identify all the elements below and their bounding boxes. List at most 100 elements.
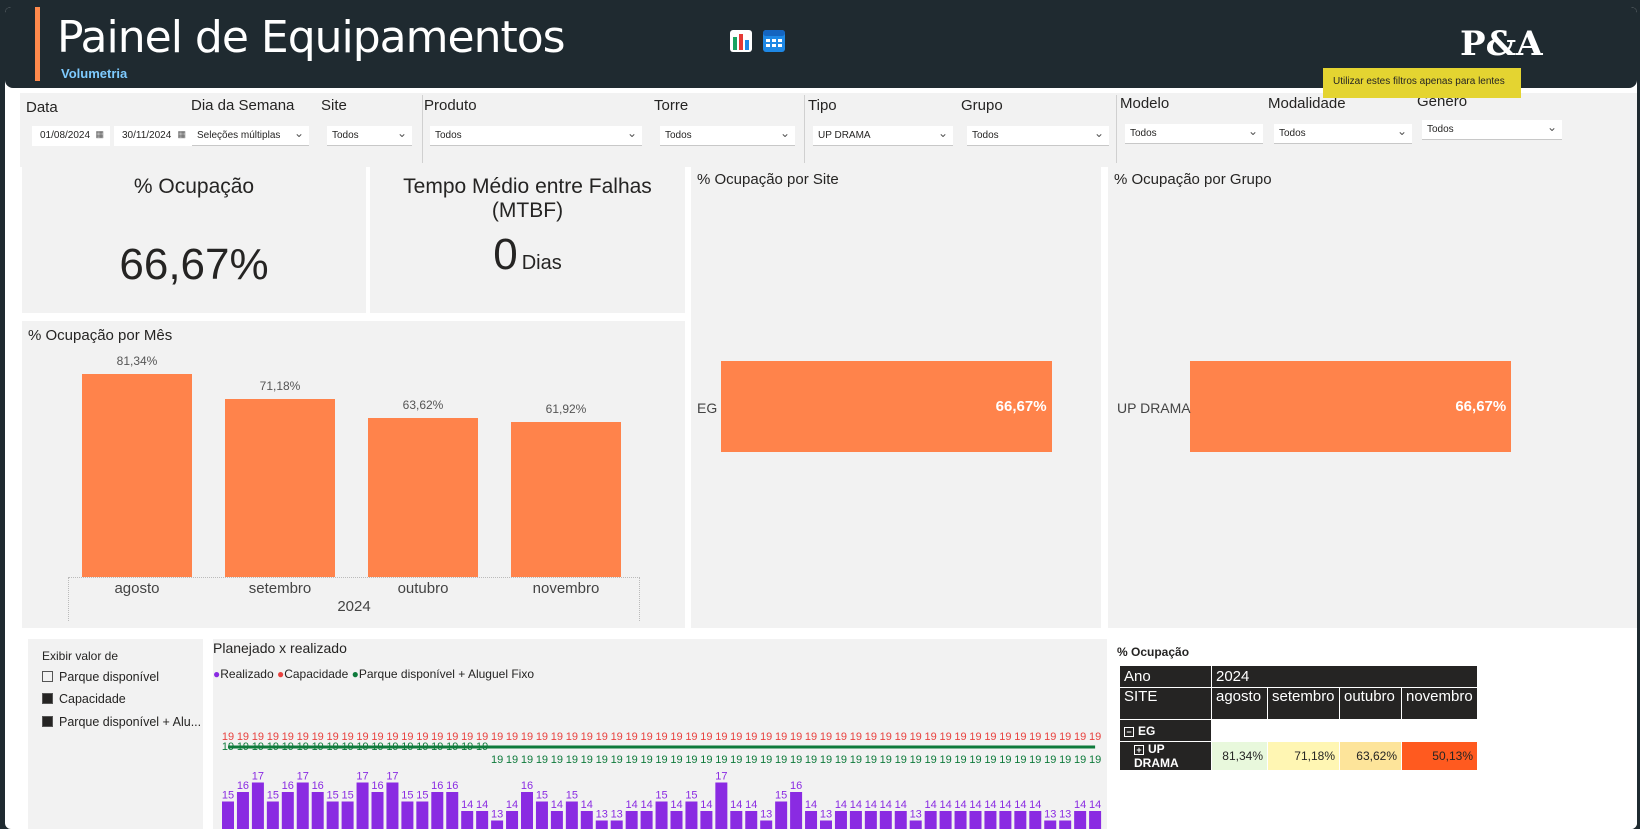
realizado-bar[interactable] [371, 792, 384, 829]
hbar-value-label: 66,67% [1455, 398, 1507, 415]
parque-value-label: 19 [910, 754, 922, 766]
realizado-bar[interactable] [820, 820, 832, 829]
realizado-bar[interactable] [296, 782, 309, 829]
torre-dropdown[interactable]: Todos ⌄ [660, 126, 795, 146]
realizado-bar[interactable] [640, 811, 653, 829]
realizado-bar[interactable] [1059, 820, 1072, 829]
realizado-bar[interactable] [670, 811, 683, 829]
realizado-bar[interactable] [834, 811, 847, 829]
realizado-bar[interactable] [954, 811, 967, 829]
realizado-bar[interactable] [1044, 820, 1057, 829]
report-icon[interactable] [729, 29, 753, 53]
realizado-bar[interactable] [894, 811, 907, 829]
capacidade-value-label: 19 [626, 731, 638, 743]
realizado-bar[interactable] [760, 820, 773, 829]
bar-novembro[interactable] [511, 422, 621, 577]
toggle-parque-aluguel[interactable]: Parque disponível + Alu... [42, 715, 201, 729]
realizado-bar[interactable] [610, 820, 623, 829]
realizado-bar[interactable] [715, 782, 728, 829]
modalidade-dropdown[interactable]: Todos ⌄ [1274, 124, 1412, 144]
realizado-bar[interactable] [1014, 811, 1027, 829]
toggle-capacidade[interactable]: Capacidade [42, 692, 126, 706]
realizado-bar[interactable] [565, 801, 578, 829]
realizado-bar[interactable] [446, 792, 459, 829]
modelo-dropdown[interactable]: Todos ⌄ [1125, 124, 1263, 144]
parque-value-label: 19 [611, 754, 623, 766]
realizado-bar[interactable] [924, 811, 937, 829]
realizado-bar[interactable] [864, 811, 877, 829]
realizado-bar[interactable] [535, 801, 548, 829]
realizado-bar[interactable] [326, 801, 339, 829]
realizado-bar[interactable] [521, 792, 533, 829]
realizado-bar[interactable] [685, 801, 698, 829]
realizado-bar[interactable] [236, 792, 249, 829]
matrix-month-header[interactable]: novembro [1401, 687, 1478, 720]
grupo-dropdown[interactable]: Todos ⌄ [967, 126, 1109, 146]
realizado-bar[interactable] [984, 811, 997, 829]
realizado-bar[interactable] [790, 792, 803, 829]
realizado-bar[interactable] [1074, 811, 1087, 829]
kpi-mtbf-value-row: 0 Dias [370, 230, 685, 280]
realizado-bar[interactable] [311, 792, 324, 829]
site-dropdown[interactable]: Todos ⌄ [327, 126, 412, 146]
collapse-icon[interactable]: − [1124, 726, 1134, 737]
date-start-input[interactable]: 01/08/2024 ▦ [32, 126, 110, 146]
realizado-bar[interactable] [805, 811, 818, 829]
realizado-bar[interactable] [849, 811, 862, 829]
realizado-bar[interactable] [655, 801, 668, 829]
matrix-month-header[interactable]: agosto [1211, 687, 1268, 720]
realizado-bar[interactable] [745, 811, 758, 829]
bar-outubro[interactable] [368, 417, 478, 577]
dia-semana-dropdown[interactable]: Seleções múltiplas ⌄ [192, 126, 309, 146]
realizado-bar[interactable] [416, 801, 429, 829]
parque-value-label: 19 [865, 754, 877, 766]
matrix-group-label: EG [1138, 723, 1156, 738]
filter-tipo: Tipo UP DRAMA ⌄ [808, 97, 953, 146]
matrix-group-cell[interactable]: − EG [1119, 719, 1212, 742]
realizado-bar[interactable] [730, 811, 743, 829]
realizado-bar[interactable] [939, 811, 952, 829]
realizado-bar[interactable] [909, 820, 922, 829]
matrix-month-header[interactable]: outubro [1339, 687, 1402, 720]
realizado-bar[interactable] [506, 811, 519, 829]
realizado-bar[interactable] [1029, 811, 1042, 829]
filter-data-label: Data [26, 99, 58, 116]
realizado-bar[interactable] [251, 782, 264, 829]
bar-setembro[interactable] [225, 399, 335, 577]
realizado-bar[interactable] [281, 792, 294, 829]
genero-dropdown[interactable]: Todos ⌄ [1422, 120, 1562, 140]
matrix-month-header[interactable]: setembro [1267, 687, 1340, 720]
bar-value-label: 61,92% [545, 402, 587, 417]
realizado-bar[interactable] [550, 811, 563, 829]
realizado-bar[interactable] [700, 811, 713, 829]
realizado-bar[interactable] [266, 801, 279, 829]
realizado-bar[interactable] [879, 811, 892, 829]
realizado-bar[interactable] [999, 811, 1012, 829]
realizado-bar[interactable] [461, 811, 474, 829]
realizado-bar[interactable] [969, 811, 982, 829]
realizado-bar[interactable] [222, 801, 234, 829]
realizado-bar[interactable] [401, 801, 414, 829]
realizado-bar[interactable] [386, 782, 399, 829]
realizado-bar[interactable] [491, 820, 504, 829]
realizado-bar[interactable] [1089, 811, 1102, 829]
realizado-bar[interactable] [341, 801, 354, 829]
realizado-value-label: 14 [1029, 799, 1041, 811]
realizado-bar[interactable] [580, 811, 593, 829]
calendar-grid-icon[interactable] [762, 29, 786, 53]
realizado-bar[interactable] [595, 820, 608, 829]
realizado-bar[interactable] [431, 792, 444, 829]
matrix-row-header[interactable]: + UP DRAMA [1119, 741, 1212, 771]
realizado-bar[interactable] [775, 801, 788, 829]
bar-agosto[interactable] [82, 373, 192, 577]
toggle-parque-disponivel[interactable]: Parque disponível [42, 670, 159, 684]
expand-icon[interactable]: + [1134, 745, 1144, 755]
realizado-value-label: 14 [835, 799, 847, 811]
tipo-dropdown[interactable]: UP DRAMA ⌄ [813, 126, 953, 146]
produto-dropdown[interactable]: Todos ⌄ [430, 126, 642, 146]
date-end-input[interactable]: 30/11/2024 ▦ [114, 126, 192, 146]
parque-value-label: 19 [775, 754, 787, 766]
realizado-bar[interactable] [476, 811, 489, 829]
realizado-bar[interactable] [625, 811, 638, 829]
realizado-bar[interactable] [356, 782, 369, 829]
